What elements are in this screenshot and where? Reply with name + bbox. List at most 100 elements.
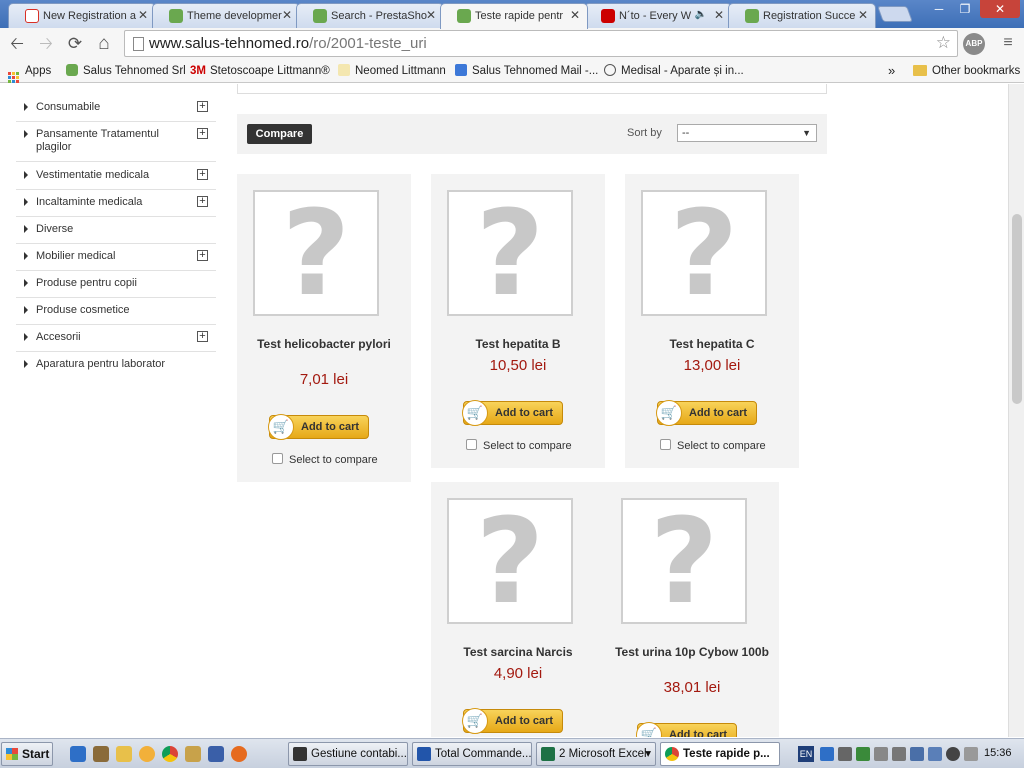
clock[interactable]: 15:36	[984, 747, 1012, 759]
tray-app-icon[interactable]	[910, 747, 924, 761]
bookmark-stetoscoape[interactable]: 3M Stetoscoape Littmann®	[190, 63, 330, 79]
expand-plus-icon[interactable]: +	[197, 128, 208, 139]
tray-app-icon[interactable]	[946, 747, 960, 761]
category-consumabile[interactable]: Consumabile +	[16, 94, 216, 122]
new-tab-button[interactable]	[877, 6, 913, 22]
product-image[interactable]: ?	[253, 190, 379, 316]
tab-registration-success[interactable]: Registration Succe ✕	[728, 3, 876, 28]
chrome-menu-icon[interactable]: ≡	[998, 34, 1018, 52]
monitor-icon[interactable]	[928, 747, 942, 761]
close-tab-icon[interactable]: ✕	[138, 5, 148, 26]
product-image[interactable]: ?	[447, 498, 573, 624]
select-to-compare[interactable]: Select to compare	[272, 453, 378, 466]
expand-plus-icon[interactable]: +	[197, 196, 208, 207]
bookmark-salus-mail[interactable]: Salus Tehnomed Mail -...	[455, 63, 598, 79]
product-name[interactable]: Test hepatita C	[635, 337, 789, 351]
close-tab-icon[interactable]: ✕	[570, 5, 580, 26]
expand-plus-icon[interactable]: +	[197, 169, 208, 180]
tray-app-icon[interactable]	[964, 747, 978, 761]
back-button[interactable]: 🡠	[5, 32, 29, 56]
volume-icon[interactable]	[838, 747, 852, 761]
product-name[interactable]: Test urina 10p Cybow 100b	[615, 645, 769, 659]
scrollbar-thumb[interactable]	[1012, 214, 1022, 404]
compare-checkbox[interactable]	[660, 439, 671, 450]
expand-plus-icon[interactable]: +	[197, 331, 208, 342]
category-vestimentatie[interactable]: Vestimentatie medicala +	[16, 162, 216, 190]
smiley-icon[interactable]	[139, 746, 155, 762]
vertical-scrollbar[interactable]	[1008, 84, 1024, 737]
tools-icon[interactable]	[185, 746, 201, 762]
add-to-cart-button[interactable]: 🛒 Add to cart	[268, 414, 369, 440]
product-image[interactable]: ?	[447, 190, 573, 316]
product-name[interactable]: Test hepatita B	[441, 337, 595, 351]
adblock-plus-icon[interactable]: ABP	[963, 33, 985, 55]
speaker-icon[interactable]: 🔈	[695, 4, 707, 25]
select-to-compare[interactable]: Select to compare	[466, 439, 572, 452]
home-button[interactable]: ⌂	[92, 32, 116, 56]
add-to-cart-button[interactable]: 🛒 Add to cart	[462, 708, 563, 734]
address-bar[interactable]: www.salus-tehnomed.ro/ro/2001-teste_uri …	[124, 30, 958, 57]
url-text[interactable]: www.salus-tehnomed.ro/ro/2001-teste_uri	[149, 35, 427, 52]
task-gestiune[interactable]: Gestiune contabi...	[288, 742, 408, 766]
tab-teste-rapide[interactable]: Teste rapide pentr ✕	[440, 3, 588, 29]
forward-button[interactable]: 🡢	[34, 32, 58, 56]
category-mobilier[interactable]: Mobilier medical +	[16, 243, 216, 271]
skype-icon[interactable]	[820, 747, 834, 761]
bookmarks-overflow-chevron-icon[interactable]: »	[888, 63, 895, 79]
task-total-commander[interactable]: Total Commande...	[412, 742, 532, 766]
category-pansamente[interactable]: Pansamente Tratamentul plagilor +	[16, 121, 216, 162]
task-excel[interactable]: 2 Microsoft Excel ▾	[536, 742, 656, 766]
compare-checkbox[interactable]	[466, 439, 477, 450]
chrome-icon[interactable]	[162, 746, 178, 762]
firefox-icon[interactable]	[231, 746, 247, 762]
bookmark-medisal[interactable]: Medisal - Aparate și in...	[604, 63, 744, 79]
ie-icon[interactable]	[70, 746, 86, 762]
add-to-cart-button[interactable]: 🛒 Add to cart	[636, 722, 737, 737]
close-tab-icon[interactable]: ✕	[426, 5, 436, 26]
language-indicator[interactable]: EN	[798, 746, 814, 762]
category-laborator[interactable]: Aparatura pentru laborator	[16, 351, 216, 378]
folder-icon[interactable]	[116, 746, 132, 762]
category-incaltaminte[interactable]: Incaltaminte medicala +	[16, 189, 216, 217]
maximize-button[interactable]: ❐	[952, 0, 978, 18]
add-to-cart-button[interactable]: 🛒 Add to cart	[656, 400, 757, 426]
task-chrome[interactable]: Teste rapide p...	[660, 742, 780, 766]
close-window-button[interactable]: ✕	[980, 0, 1020, 18]
floppy-icon[interactable]	[208, 746, 224, 762]
product-image[interactable]: ?	[621, 498, 747, 624]
minimize-button[interactable]: ─	[928, 0, 950, 18]
network-icon[interactable]	[856, 747, 870, 761]
add-to-cart-button[interactable]: 🛒 Add to cart	[462, 400, 563, 426]
bookmark-apps[interactable]: Apps	[8, 63, 51, 83]
category-copii[interactable]: Produse pentru copii	[16, 270, 216, 298]
tray-app-icon[interactable]	[874, 747, 888, 761]
start-button[interactable]: Start	[1, 742, 53, 766]
bookmark-star-icon[interactable]: ☆	[936, 33, 951, 53]
category-cosmetice[interactable]: Produse cosmetice	[16, 297, 216, 325]
expand-plus-icon[interactable]: +	[197, 250, 208, 261]
close-tab-icon[interactable]: ✕	[858, 5, 868, 26]
sort-select[interactable]: -- ▼	[677, 124, 817, 142]
product-image[interactable]: ?	[641, 190, 767, 316]
bookmark-salus-tehnomed[interactable]: Salus Tehnomed Srl	[66, 63, 186, 79]
bookmark-neomed[interactable]: Neomed Littmann	[338, 63, 446, 79]
select-to-compare[interactable]: Select to compare	[660, 439, 766, 452]
compare-checkbox[interactable]	[272, 453, 283, 464]
product-name[interactable]: Test sarcina Narcis	[441, 645, 595, 659]
user-icon[interactable]	[93, 746, 109, 762]
tray-app-icon[interactable]	[892, 747, 906, 761]
tab-theme-development[interactable]: Theme developmer ✕	[152, 3, 300, 28]
product-price: 13,00 lei	[683, 357, 741, 374]
expand-plus-icon[interactable]: +	[197, 101, 208, 112]
tab-youtube[interactable]: N´to - Every W 🔈 ✕	[584, 3, 732, 28]
tab-search-prestashop[interactable]: Search - PrestaSho ✕	[296, 3, 444, 28]
tab-new-registration[interactable]: New Registration a ✕	[8, 3, 156, 28]
bookmark-other[interactable]: Other bookmarks	[913, 63, 1020, 79]
category-diverse[interactable]: Diverse	[16, 216, 216, 244]
close-tab-icon[interactable]: ✕	[282, 5, 292, 26]
close-tab-icon[interactable]: ✕	[714, 5, 724, 26]
product-name[interactable]: Test helicobacter pylori	[247, 337, 401, 351]
reload-button[interactable]: ⟳	[63, 32, 87, 56]
compare-button[interactable]: Compare	[247, 124, 312, 144]
category-accesorii[interactable]: Accesorii +	[16, 324, 216, 352]
